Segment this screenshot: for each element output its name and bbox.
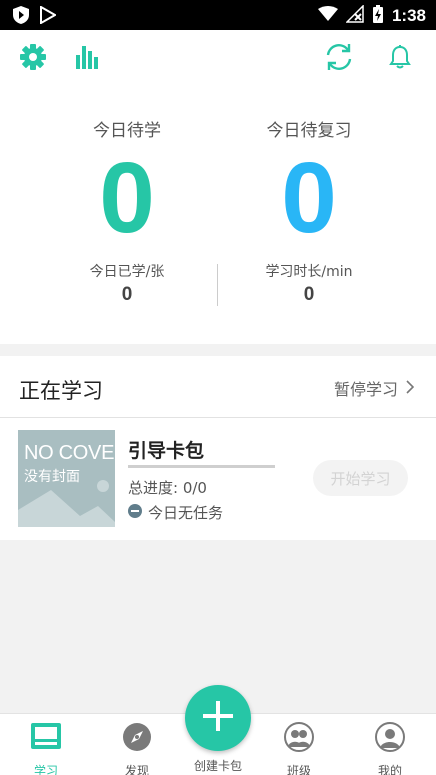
today-learned-count: 0	[121, 284, 133, 305]
nav-item-study[interactable]: 学习	[11, 722, 81, 775]
create-deck-fab[interactable]	[185, 685, 251, 751]
deck-name: 引导卡包	[128, 440, 205, 462]
pause-learning-link[interactable]: 暂停学习	[333, 376, 415, 400]
deck-progress-bar	[128, 465, 275, 468]
chevron-right-icon	[406, 379, 415, 398]
study-book-icon	[30, 722, 62, 756]
no-signal-icon	[345, 4, 364, 27]
nav-item-discover[interactable]: 发现	[102, 722, 172, 775]
pause-learning-label: 暂停学习	[333, 380, 398, 399]
study-time-label: 学习时长/min	[265, 264, 353, 280]
stats-divider	[217, 264, 218, 306]
learning-title: 正在学习	[19, 379, 103, 403]
nav-label-me: 我的	[377, 764, 402, 775]
battery-charging-icon	[372, 4, 384, 28]
today-stats-card: 今日待学 0 今日待复习 0 今日已学/张 0 学习时长/min 0	[0, 86, 436, 344]
sync-icon[interactable]	[322, 40, 356, 74]
nav-label-create-deck: 创建卡包	[193, 759, 242, 773]
top-toolbar	[0, 30, 436, 86]
plus-icon	[201, 699, 235, 737]
learning-header: 正在学习 暂停学习	[0, 356, 436, 418]
today-learned-label: 今日已学/张	[89, 264, 165, 280]
nav-item-me[interactable]: 我的	[355, 722, 425, 775]
app-shield-icon	[12, 5, 30, 29]
deck-task-text: 今日无任务	[148, 504, 224, 522]
today-to-learn-count[interactable]: 0	[37, 148, 217, 248]
deck-list-item[interactable]: NO COVER 没有封面 引导卡包 总进度: 0/0 今日无任务 开始学习	[0, 418, 436, 540]
deck-task-status: 今日无任务	[128, 502, 223, 523]
bell-icon[interactable]	[385, 42, 415, 72]
statistics-bars-icon[interactable]	[72, 42, 102, 72]
nav-label-class: 班级	[286, 764, 311, 775]
learning-section: 正在学习 暂停学习 NO COVER 没有封面 引导卡包 总进度: 0/0 今日…	[0, 356, 436, 540]
today-to-review-label: 今日待复习	[266, 121, 352, 141]
mountain-placeholder-icon	[18, 480, 115, 527]
deck-cover-placeholder: NO COVER 没有封面	[18, 430, 115, 527]
start-learning-button[interactable]: 开始学习	[313, 460, 408, 496]
nav-item-class[interactable]: 班级	[264, 722, 334, 775]
nav-label-study: 学习	[33, 764, 58, 775]
wifi-icon	[317, 6, 338, 26]
play-store-icon	[40, 5, 58, 28]
minus-circle-icon	[128, 503, 142, 522]
status-bar: 1:38	[0, 0, 436, 30]
nav-label-discover: 发现	[124, 764, 149, 775]
study-time-value: 0	[303, 284, 315, 305]
group-icon	[284, 722, 314, 756]
settings-gear-icon[interactable]	[18, 42, 48, 72]
person-icon	[375, 722, 405, 756]
status-time: 1:38	[391, 6, 426, 25]
today-to-review-count[interactable]: 0	[219, 148, 399, 248]
today-to-learn-label: 今日待学	[93, 121, 161, 141]
compass-icon	[122, 722, 152, 756]
deck-progress-text: 总进度: 0/0	[128, 479, 207, 497]
